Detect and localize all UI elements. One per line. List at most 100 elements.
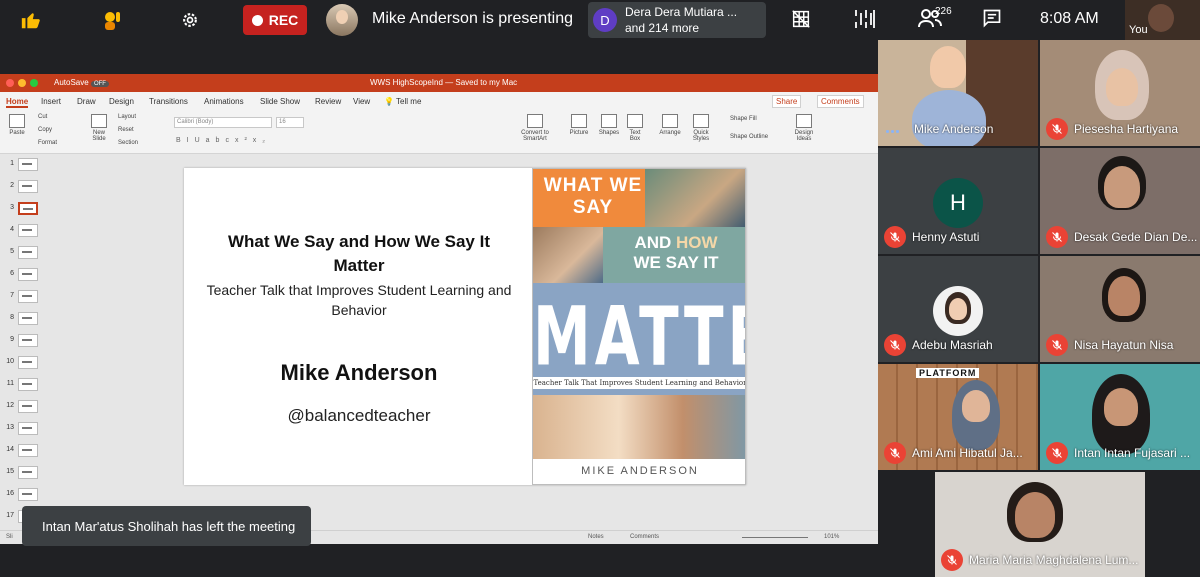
slide-thumbnail[interactable]: 9 <box>2 332 48 350</box>
ribbon-tabs: Home Insert Draw Design Transitions Anim… <box>0 92 878 110</box>
slide-thumbnail[interactable]: 3 <box>2 200 48 218</box>
slide-thumbnail[interactable]: 10 <box>2 354 48 372</box>
slide-thumbnail-image <box>18 378 38 391</box>
picture-icon <box>571 114 587 128</box>
shapes-icon <box>601 114 617 128</box>
slide-thumbnail-number: 10 <box>6 358 14 365</box>
notes-button[interactable]: Notes <box>588 534 604 540</box>
slide-thumbnail[interactable]: 5 <box>2 244 48 262</box>
gear-icon[interactable] <box>180 5 200 35</box>
tab-tell-me[interactable]: 💡 Tell me <box>384 97 421 106</box>
zoom-slider[interactable] <box>742 537 808 538</box>
participant-tile[interactable]: Piesesha Hartiyana <box>1040 40 1200 146</box>
slide-handle: @balancedteacher <box>287 406 431 425</box>
autosave-label: AutoSave <box>54 78 89 87</box>
cut-button[interactable]: Cut <box>38 114 47 120</box>
font-name-select[interactable]: Calibri (Body) <box>174 117 272 128</box>
mic-off-icon <box>1046 334 1068 356</box>
tab-slide-show[interactable]: Slide Show <box>260 97 300 106</box>
tab-draw[interactable]: Draw <box>77 97 96 106</box>
participant-face <box>1104 166 1140 208</box>
participant-tile[interactable]: PLATFORM Ami Ami Hibatul Ja... <box>878 364 1038 470</box>
tab-review[interactable]: Review <box>315 97 341 106</box>
slide-thumbnail[interactable]: 16 <box>2 486 48 504</box>
convert-smartart-button[interactable]: Convert to SmartArt <box>515 114 555 142</box>
slide-thumbnail[interactable]: 14 <box>2 442 48 460</box>
slide-thumbnail-number: 7 <box>10 292 14 299</box>
font-size-select[interactable]: 16 <box>276 117 304 128</box>
grid-off-icon[interactable] <box>790 8 812 35</box>
autosave-toggle[interactable]: AutoSave OFF <box>54 78 109 87</box>
slide-thumbnail[interactable]: 12 <box>2 398 48 416</box>
slide-thumbnail-number: 9 <box>10 336 14 343</box>
participant-name: Maria Maria Maghdalena Lum... <box>969 553 1139 567</box>
comments-button[interactable]: Comments <box>817 95 864 108</box>
shape-fill-button[interactable]: Shape Fill <box>730 116 757 122</box>
shape-outline-button[interactable]: Shape Outline <box>730 134 768 140</box>
font-format-buttons[interactable]: BIUabcx²x₂ <box>176 137 271 144</box>
picture-button[interactable]: Picture <box>566 114 592 136</box>
slide-thumbnail[interactable]: 2 <box>2 178 48 196</box>
slide-thumbnail-pane[interactable]: 1 2 3 4 5 6 7 8 9 10 11 12 13 14 15 16 17 <box>0 154 50 530</box>
layout-button[interactable]: Layout <box>118 114 136 120</box>
participant-tile[interactable]: Adebu Masriah <box>878 256 1038 362</box>
window-controls[interactable] <box>6 79 38 87</box>
slide-thumbnail-number: 16 <box>6 490 14 497</box>
recording-indicator[interactable]: REC <box>243 5 307 35</box>
slide-thumbnail-image <box>18 400 38 413</box>
participant-tile[interactable]: H Henny Astuti <box>878 148 1038 254</box>
raise-hand-icon[interactable] <box>100 5 124 35</box>
copy-button[interactable]: Copy <box>38 127 52 133</box>
participant-tile[interactable]: Mike Anderson <box>878 40 1038 146</box>
quick-styles-button[interactable]: Quick Styles <box>688 114 714 142</box>
design-ideas-label: Design Ideas <box>794 130 814 142</box>
chat-icon[interactable] <box>982 8 1002 33</box>
slide-thumbnail-number: 12 <box>6 402 14 409</box>
slide-thumbnail[interactable]: 8 <box>2 310 48 328</box>
slide-thumbnail-image <box>18 290 38 303</box>
slide-thumbnail-image <box>18 334 38 347</box>
minimize-dot-icon[interactable] <box>18 79 26 87</box>
arrange-button[interactable]: Arrange <box>656 114 684 136</box>
mic-off-icon <box>1046 118 1068 140</box>
thumbs-up-icon[interactable] <box>20 5 42 35</box>
participant-tile[interactable]: Maria Maria Maghdalena Lum... <box>935 472 1145 577</box>
tab-view[interactable]: View <box>353 97 370 106</box>
self-view-tile[interactable]: You <box>1125 0 1200 40</box>
top-bar: REC Mike Anderson is presenting D Dera D… <box>0 0 1200 40</box>
slide-thumbnail[interactable]: 4 <box>2 222 48 240</box>
slide-thumbnail[interactable]: 1 <box>2 156 48 174</box>
participant-tile[interactable]: Intan Intan Fujasari ... <box>1040 364 1200 470</box>
tab-design[interactable]: Design <box>109 97 134 106</box>
slide-thumbnail[interactable]: 6 <box>2 266 48 284</box>
slide-thumbnail[interactable]: 15 <box>2 464 48 482</box>
tab-animations[interactable]: Animations <box>204 97 244 106</box>
tab-home[interactable]: Home <box>6 97 29 108</box>
slide-thumbnail-number: 2 <box>10 182 14 189</box>
format-painter-button[interactable]: Format <box>38 140 57 146</box>
participant-tile[interactable]: Nisa Hayatun Nisa <box>1040 256 1200 362</box>
zoom-dot-icon[interactable] <box>30 79 38 87</box>
tab-insert[interactable]: Insert <box>41 97 61 106</box>
slide-thumbnail[interactable]: 13 <box>2 420 48 438</box>
close-dot-icon[interactable] <box>6 79 14 87</box>
join-notification[interactable]: D Dera Dera Mutiara ... and 214 more <box>588 2 766 38</box>
slide-thumbnail[interactable]: 11 <box>2 376 48 394</box>
book-photo-top <box>645 169 745 227</box>
participant-face <box>1104 388 1138 426</box>
comments-status-button[interactable]: Comments <box>630 534 659 540</box>
textbox-button[interactable]: Text Box <box>624 114 646 142</box>
share-button[interactable]: Share <box>772 95 802 108</box>
new-slide-button[interactable]: New Slide <box>86 114 112 142</box>
section-button[interactable]: Section <box>118 140 138 146</box>
scan-icon[interactable] <box>853 8 877 35</box>
current-slide[interactable]: What We Say and How We Say It Matter Tea… <box>184 168 746 485</box>
design-ideas-button[interactable]: Design Ideas <box>790 114 818 142</box>
participant-face <box>1015 492 1055 538</box>
shapes-button[interactable]: Shapes <box>596 114 622 136</box>
tab-transitions[interactable]: Transitions <box>149 97 188 106</box>
participant-tile[interactable]: Desak Gede Dian De... <box>1040 148 1200 254</box>
paste-button[interactable]: Paste <box>6 114 28 136</box>
slide-thumbnail[interactable]: 7 <box>2 288 48 306</box>
reset-button[interactable]: Reset <box>118 127 134 133</box>
